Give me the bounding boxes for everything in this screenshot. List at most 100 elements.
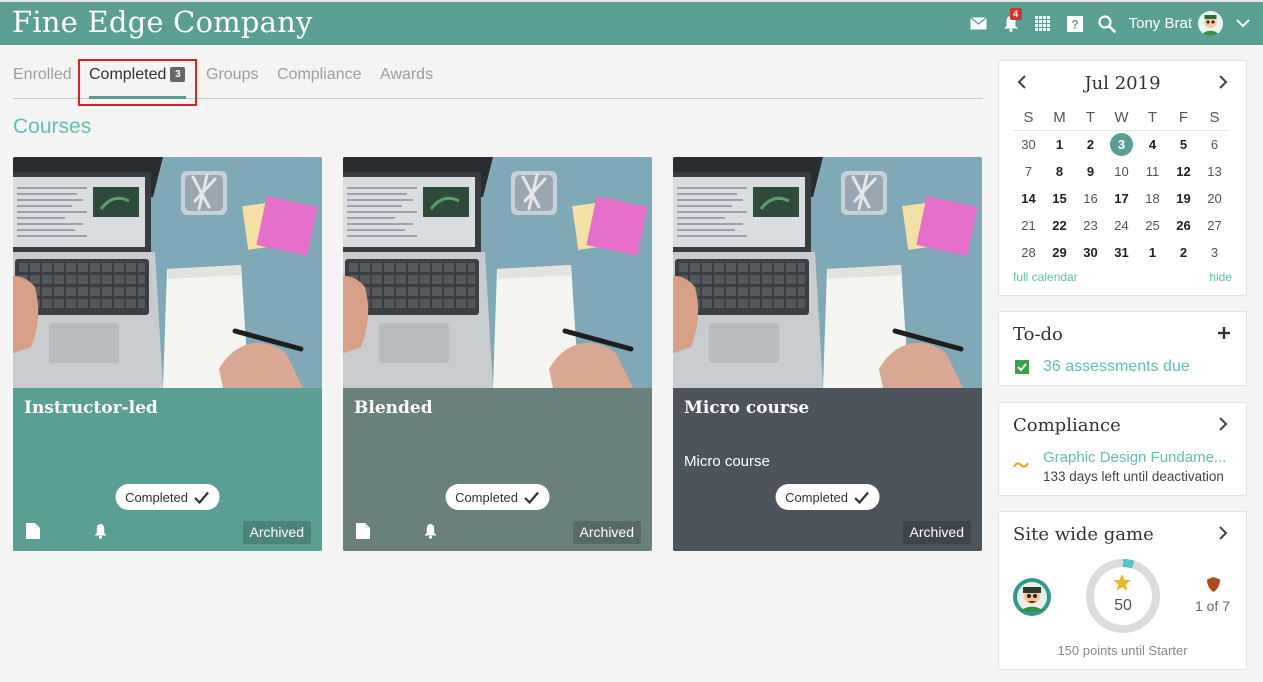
calendar-day[interactable]: 20: [1199, 191, 1230, 206]
document-icon[interactable]: [26, 523, 40, 544]
calendar-day-number: 30: [1083, 245, 1098, 260]
calendar-day[interactable]: 22: [1044, 218, 1075, 233]
calendar-day-number: 9: [1086, 164, 1095, 179]
course-image[interactable]: [343, 157, 652, 388]
archived-badge: Archived: [242, 521, 311, 544]
calendar-day-number: 14: [1021, 191, 1036, 206]
calendar-day[interactable]: 10: [1106, 164, 1137, 179]
calendar-day[interactable]: 23: [1075, 218, 1106, 233]
brand-name[interactable]: Fine Edge Company: [12, 5, 313, 39]
calendar-weekday: T: [1085, 109, 1096, 126]
calendar-day[interactable]: 2: [1075, 137, 1106, 152]
chevron-right-icon[interactable]: [1219, 417, 1228, 436]
calendar-day[interactable]: 12: [1168, 164, 1199, 179]
calendar-day-number: 24: [1114, 218, 1129, 233]
calendar-day-number: 25: [1145, 218, 1160, 233]
calendar-day[interactable]: 21: [1013, 218, 1044, 233]
user-name[interactable]: Tony Brat: [1129, 15, 1192, 32]
calendar-icon[interactable]: [1027, 2, 1059, 45]
calendar-day-number: 6: [1210, 137, 1219, 152]
calendar-weekday: W: [1114, 109, 1129, 126]
course-image[interactable]: [13, 157, 322, 388]
calendar-day[interactable]: 26: [1168, 218, 1199, 233]
calendar-day-number: 22: [1052, 218, 1067, 233]
calendar-day[interactable]: 7: [1013, 164, 1044, 179]
calendar-day[interactable]: 27: [1199, 218, 1230, 233]
course-card[interactable]: Blended Completed Archived: [343, 157, 652, 551]
bell-icon[interactable]: [93, 523, 108, 544]
chevron-down-icon[interactable]: [1223, 2, 1263, 45]
trend-icon: [1013, 457, 1029, 475]
course-title[interactable]: Micro course: [684, 398, 809, 418]
course-card[interactable]: Micro course Micro course Completed Arch…: [673, 157, 982, 551]
calendar-day[interactable]: 19: [1168, 191, 1199, 206]
calendar-day[interactable]: 14: [1013, 191, 1044, 206]
calendar-day[interactable]: 30: [1013, 137, 1044, 152]
calendar-day[interactable]: 31: [1106, 245, 1137, 260]
calendar-day[interactable]: 2: [1168, 245, 1199, 260]
calendar-day[interactable]: 3: [1106, 133, 1137, 156]
calendar-day[interactable]: 4: [1137, 137, 1168, 152]
calendar-day-number: 4: [1148, 137, 1157, 152]
calendar-day[interactable]: 15: [1044, 191, 1075, 206]
course-title[interactable]: Instructor-led: [24, 398, 158, 418]
user-avatar[interactable]: [1198, 11, 1223, 36]
rank-value: 1 of 7: [1194, 598, 1230, 614]
calendar-day[interactable]: 28: [1013, 245, 1044, 260]
player-avatar[interactable]: [1013, 578, 1051, 621]
calendar-day[interactable]: 5: [1168, 137, 1199, 152]
tab-compliance[interactable]: Compliance: [277, 66, 361, 84]
bell-icon[interactable]: 4: [995, 2, 1027, 45]
todo-item-link[interactable]: 36 assessments due: [1043, 358, 1190, 376]
calendar-day-number: 16: [1083, 191, 1098, 206]
calendar-weekday: M: [1053, 109, 1066, 126]
top-header: Fine Edge Company 4 ? Tony Brat: [0, 0, 1263, 45]
course-card[interactable]: Instructor-led Completed Archived: [13, 157, 322, 551]
compliance-note: 133 days left until deactivation: [1043, 469, 1224, 484]
highlight-annotation-box: [78, 59, 197, 106]
calendar-day[interactable]: 29: [1044, 245, 1075, 260]
calendar-day[interactable]: 6: [1199, 137, 1230, 152]
archived-badge: Archived: [902, 521, 971, 544]
bell-icon[interactable]: [423, 523, 438, 544]
checkmark-icon: [854, 491, 870, 504]
calendar-day[interactable]: 18: [1137, 191, 1168, 206]
calendar-panel: Jul 2019 S M T W T F S 30 1 2 3 4 5 6 7 8 9 10 11 12 13 14 15 1…: [998, 60, 1247, 296]
tab-groups[interactable]: Groups: [206, 66, 258, 84]
calendar-day[interactable]: 30: [1075, 245, 1106, 260]
checkmark-icon: [194, 491, 210, 504]
tab-awards[interactable]: Awards: [380, 66, 433, 84]
calendar-day-number: 2: [1179, 245, 1188, 260]
calendar-day[interactable]: 16: [1075, 191, 1106, 206]
chevron-right-icon[interactable]: [1219, 526, 1228, 545]
calendar-day[interactable]: 3: [1199, 245, 1230, 260]
points-progress-ring: [1086, 559, 1160, 633]
chevron-right-icon[interactable]: [1219, 75, 1228, 94]
full-calendar-link[interactable]: full calendar: [1013, 270, 1078, 284]
calendar-day-number: 18: [1145, 191, 1160, 206]
calendar-day[interactable]: 13: [1199, 164, 1230, 179]
help-icon[interactable]: ?: [1059, 2, 1091, 45]
add-icon[interactable]: [1218, 326, 1230, 344]
course-title[interactable]: Blended: [354, 398, 433, 418]
hide-calendar-link[interactable]: hide: [1209, 270, 1232, 284]
calendar-day[interactable]: 24: [1106, 218, 1137, 233]
calendar-day[interactable]: 11: [1137, 164, 1168, 179]
calendar-day[interactable]: 9: [1075, 164, 1106, 179]
calendar-day-number: 7: [1024, 164, 1033, 179]
calendar-day-number: 3: [1210, 245, 1219, 260]
document-icon[interactable]: [356, 523, 370, 544]
mail-icon[interactable]: [963, 2, 995, 45]
tab-enrolled[interactable]: Enrolled: [13, 66, 72, 84]
calendar-day[interactable]: 17: [1106, 191, 1137, 206]
calendar-day-number: 21: [1021, 218, 1036, 233]
notification-badge: 4: [1009, 8, 1022, 20]
compliance-course-link[interactable]: Graphic Design Fundame...: [1043, 449, 1226, 466]
calendar-day[interactable]: 1: [1044, 137, 1075, 152]
calendar-week-row: 28 29 30 31 1 2 3: [1013, 239, 1230, 266]
course-image[interactable]: [673, 157, 982, 388]
calendar-day[interactable]: 25: [1137, 218, 1168, 233]
calendar-day[interactable]: 1: [1137, 245, 1168, 260]
search-icon[interactable]: [1091, 2, 1123, 45]
calendar-day[interactable]: 8: [1044, 164, 1075, 179]
